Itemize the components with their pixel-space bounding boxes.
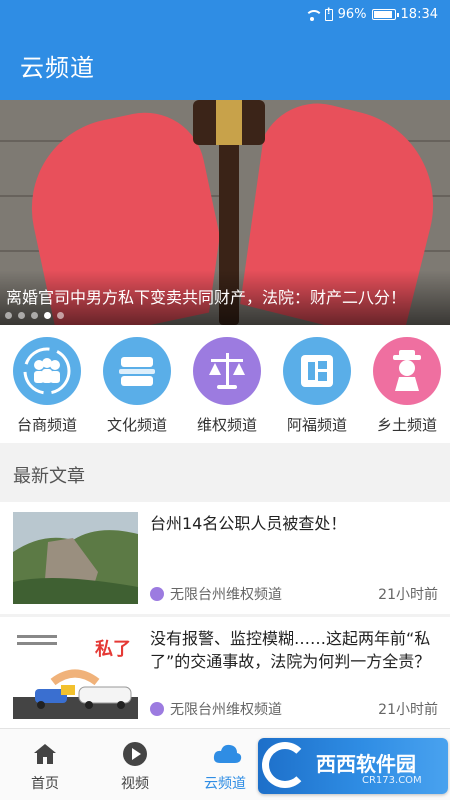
scales-icon [150,702,164,716]
play-icon [122,741,148,767]
article-time: 21小时前 [378,587,438,603]
sim-alert-icon [324,7,333,21]
watermark-logo: 西西软件园 CR173.COM [258,738,448,794]
fu-icon [283,337,351,405]
carousel-dot[interactable] [31,312,38,319]
carousel-indicator [5,312,64,319]
nav-home[interactable]: 首页 [0,741,90,793]
gavel-band [216,100,242,145]
article-item[interactable]: 私了 没有报警、监控模糊……这起两年前“私了”的交通事故，法院为何判一方全责？ … [0,617,450,729]
banner-caption[interactable]: 离婚官司中男方私下变卖共同财产，法院：财产二八分！ [6,284,406,308]
channel-culture[interactable]: 文化频道 [94,337,180,435]
channel-rural[interactable]: 乡土频道 [364,337,450,435]
channel-label: 台商频道 [16,416,77,434]
clock: 18:34 [400,7,438,22]
channel-label: 文化频道 [106,416,167,434]
channel-label: 阿福频道 [286,416,347,434]
nav-video[interactable]: 视频 [90,741,180,793]
article-title: 台州14名公职人员被查处！ [150,514,347,533]
page-title: 云频道 [20,54,95,82]
people-icon [13,337,81,405]
books-icon [103,337,171,405]
watermark-subtext: CR173.COM [362,775,422,786]
article-source: 无限台州维权频道 [150,699,282,719]
carousel-dot[interactable] [44,312,51,319]
channel-rights[interactable]: 维权频道 [184,337,270,435]
section-header: 最新文章 [0,443,450,501]
section-title: 最新文章 [13,466,85,487]
cloud-icon [212,741,242,767]
channel-grid: 台商频道 文化频道 维权频道 阿福频道 乡土频道 [0,325,450,443]
home-icon [32,741,58,767]
article-title: 没有报警、监控模糊……这起两年前“私了”的交通事故，法院为何判一方全责？ [150,629,431,671]
carousel-dot[interactable] [57,312,64,319]
scales-icon [193,337,261,405]
nav-label: 视频 [121,776,149,792]
nav-cloud-channel[interactable]: 云频道 [180,741,270,793]
carousel-dot[interactable] [18,312,25,319]
nav-label: 首页 [31,776,59,792]
thumbnail-caption: 私了 [95,639,131,660]
scales-icon [150,587,164,601]
watermark-c-icon [262,742,308,788]
article-thumbnail: 私了 [13,627,138,719]
article-source: 无限台州维权频道 [150,584,282,604]
channel-label: 维权频道 [196,416,257,434]
elder-icon [373,337,441,405]
status-bar: 96% 18:34 [0,0,450,32]
banner-carousel[interactable]: 离婚官司中男方私下变卖共同财产，法院：财产二八分！ [0,100,450,325]
source-name: 无限台州维权频道 [170,702,282,718]
article-time: 21小时前 [378,702,438,718]
battery-percent: 96% [337,7,367,22]
channel-afu[interactable]: 阿福频道 [274,337,360,435]
watermark-text: 西西软件园 [316,752,416,776]
wifi-icon [304,9,323,21]
carousel-dot[interactable] [5,312,12,319]
channel-label: 乡土频道 [376,416,437,434]
source-name: 无限台州维权频道 [170,587,282,603]
article-thumbnail [13,512,138,604]
nav-label: 云频道 [204,776,246,792]
channel-taishang[interactable]: 台商频道 [4,337,90,435]
battery-icon [371,9,399,20]
app-header: 96% 18:34 云频道 [0,0,450,100]
article-item[interactable]: 台州14名公职人员被查处！ 无限台州维权频道 21小时前 [0,502,450,614]
